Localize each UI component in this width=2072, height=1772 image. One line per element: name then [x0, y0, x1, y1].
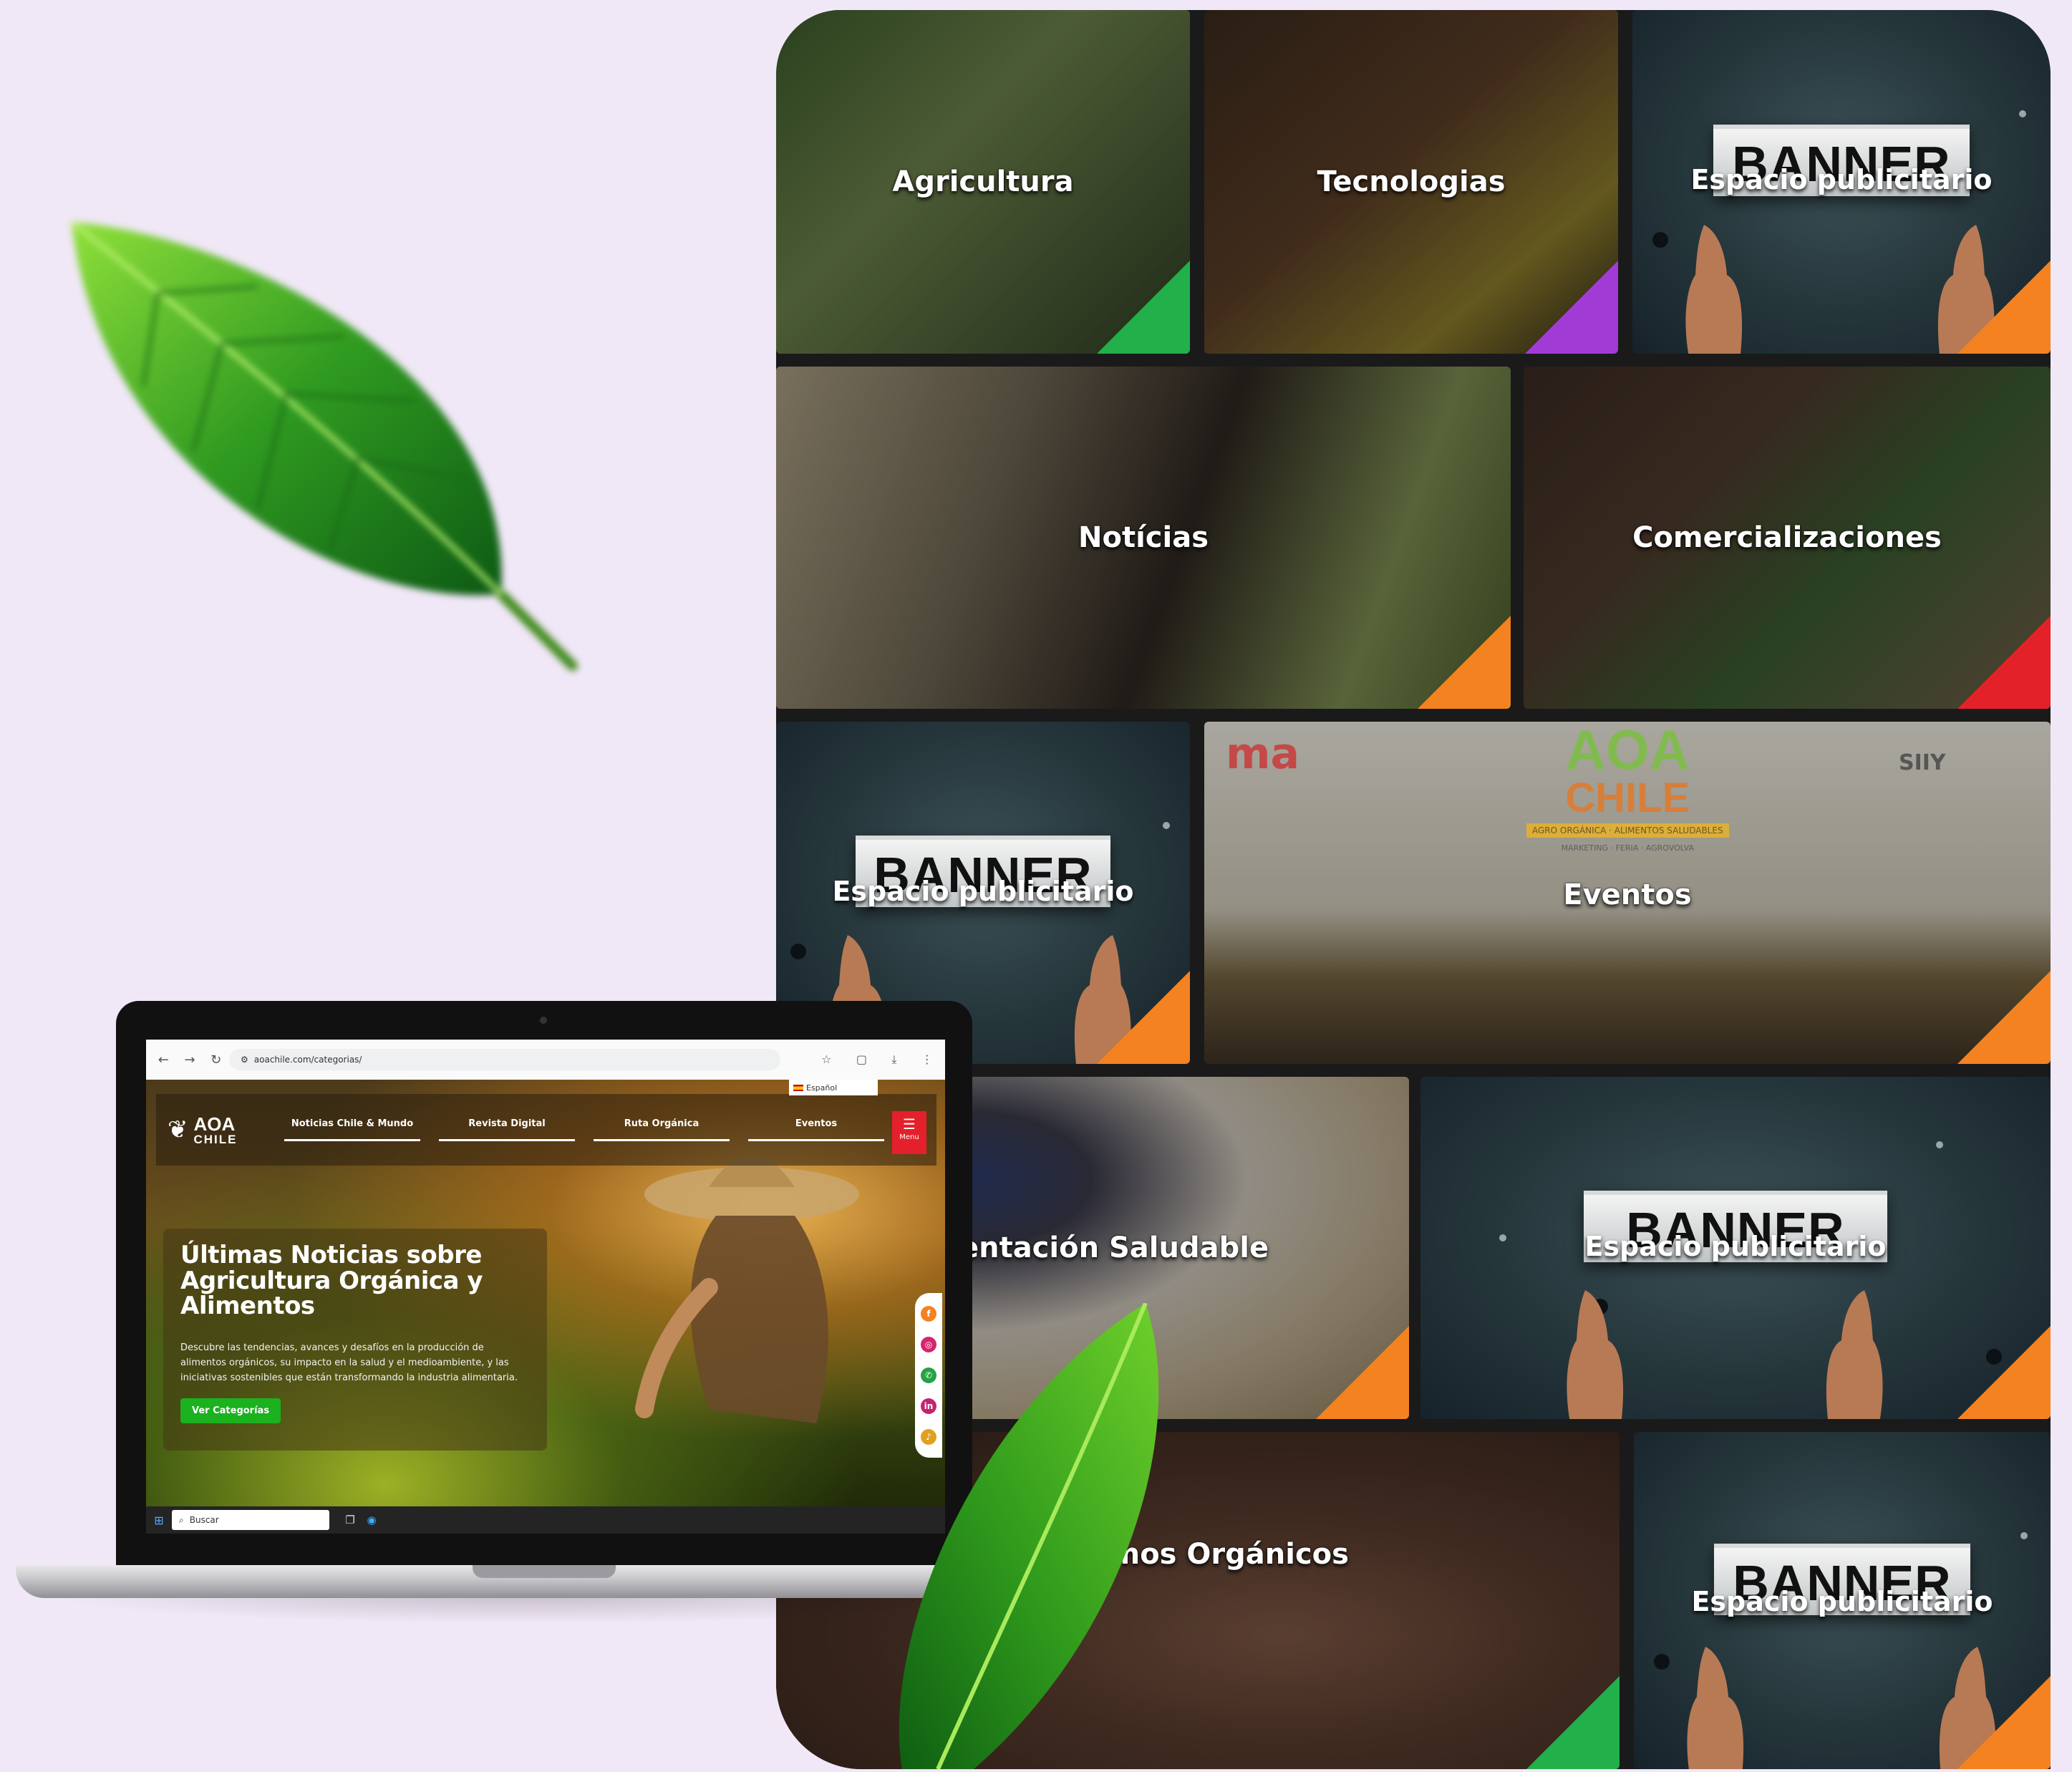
nav-revista[interactable]: Revista Digital — [439, 1118, 575, 1141]
nav-eventos[interactable]: Eventos — [748, 1118, 884, 1141]
tile-label: Comercializaciones — [1632, 521, 1942, 554]
extensions-icon[interactable]: ▢ — [856, 1052, 867, 1067]
language-label: Español — [806, 1083, 838, 1093]
taskbar-search[interactable]: ⌕ Buscar — [172, 1510, 329, 1530]
banner-subtitle: Espacio publicitario — [1690, 164, 1993, 195]
corner-accent — [1097, 971, 1190, 1064]
sign-ribbon: AGRO ORGÁNICA · ALIMENTOS SALUDABLES — [1526, 823, 1729, 838]
hand-icon — [1821, 1290, 1886, 1419]
corner-accent — [1418, 616, 1511, 709]
sign-brand-2: CHILE — [1565, 775, 1690, 821]
hand-icon — [1683, 225, 1747, 354]
site-info-icon[interactable]: ⚙ — [241, 1055, 248, 1065]
site-logo[interactable]: ❦ AOA CHILE — [156, 1115, 275, 1146]
sponsor-logo: ma — [1226, 729, 1300, 779]
back-icon[interactable]: ← — [158, 1052, 169, 1067]
tile-label: Notícias — [1078, 521, 1209, 554]
hamburger-icon: ☰ — [903, 1115, 916, 1133]
address-bar[interactable]: ⚙ aoachile.com/categorias/ — [229, 1049, 780, 1070]
forward-icon[interactable]: → — [184, 1052, 195, 1067]
tile-banner-4[interactable]: BANNER Espacio publicitario — [1634, 1432, 2051, 1769]
logo-line-1: AOA — [193, 1113, 236, 1135]
corner-accent — [1316, 1326, 1409, 1419]
decorative-leaf-icon — [888, 1302, 1196, 1771]
laptop-notch — [473, 1565, 616, 1578]
corner-accent — [1525, 261, 1618, 354]
tile-eventos[interactable]: ma AOA CHILE AGRO ORGÁNICA · ALIMENTOS S… — [1204, 722, 2051, 1064]
tile-label: Agricultura — [892, 165, 1074, 198]
sponsor-logo: SIIY — [1899, 750, 1946, 775]
farmer-illustration — [635, 1155, 859, 1423]
taskbar-search-placeholder: Buscar — [189, 1515, 219, 1525]
corner-accent — [1097, 261, 1190, 354]
more-menu-icon[interactable]: ⋮ — [921, 1052, 933, 1067]
reload-icon[interactable]: ↻ — [210, 1052, 221, 1067]
tile-comercializaciones[interactable]: Comercializaciones — [1524, 367, 2051, 709]
search-icon: ⌕ — [179, 1514, 184, 1525]
tile-tecnologias[interactable]: Tecnologias — [1204, 10, 1618, 354]
site-hero: Español ❦ AOA CHILE Noticias Chile & Mun… — [146, 1080, 945, 1506]
site-header: ❦ AOA CHILE Noticias Chile & Mundo Revis… — [156, 1094, 936, 1166]
corner-accent — [1957, 261, 2051, 354]
tile-banner-3[interactable]: BANNER Espacio publicitario — [1420, 1077, 2051, 1419]
nav-ruta[interactable]: Ruta Orgánica — [594, 1118, 730, 1141]
edge-browser-icon[interactable]: ◉ — [361, 1514, 382, 1526]
tile-label: Eventos — [1563, 878, 1692, 911]
ver-categorias-button[interactable]: Ver Categorías — [180, 1398, 281, 1424]
tile-label: Tecnologias — [1317, 165, 1506, 198]
decorative-leaf-icon — [57, 208, 601, 694]
logo-line-2: CHILE — [193, 1132, 238, 1146]
banner-subtitle: Espacio publicitario — [832, 876, 1134, 907]
sign-brand-1: AOA — [1565, 722, 1690, 781]
menu-label: Menu — [899, 1133, 919, 1141]
browser-tools: ☆ ▢ ⤓ ⋮ — [809, 1052, 945, 1067]
corner-accent — [1957, 1676, 2051, 1769]
sign-tagline: MARKETING · FERIA · AGROVOLVA — [1561, 843, 1694, 853]
laptop-shadow — [43, 1595, 1017, 1624]
corner-accent — [1957, 971, 2051, 1064]
hero-description: Descubre las tendencias, avances y desaf… — [180, 1342, 518, 1383]
laptop-screen: ← → ↻ ⚙ aoachile.com/categorias/ ☆ ▢ ⤓ ⋮… — [146, 1040, 945, 1534]
aoa-chile-sign: AOA CHILE AGRO ORGÁNICA · ALIMENTOS SALU… — [1526, 722, 1729, 853]
hero-title: Últimas Noticias sobre Agricultura Orgán… — [180, 1241, 483, 1321]
corner-accent — [1957, 616, 2051, 709]
url-text: aoachile.com/categorias/ — [253, 1055, 362, 1065]
browser-nav: ← → ↻ — [146, 1052, 229, 1067]
tile-banner-1[interactable]: BANNER Espacio publicitario — [1632, 10, 2051, 354]
nav-noticias[interactable]: Noticias Chile & Mundo — [284, 1118, 420, 1141]
tile-agricultura[interactable]: Agricultura — [776, 10, 1190, 354]
banner-subtitle: Espacio publicitario — [1584, 1231, 1887, 1262]
windows-start-icon[interactable]: ⊞ — [146, 1514, 172, 1527]
bookmark-star-icon[interactable]: ☆ — [821, 1052, 831, 1067]
hero-card: Últimas Noticias sobre Agricultura Orgán… — [163, 1229, 547, 1451]
hand-icon — [1564, 1290, 1628, 1419]
site-nav: Noticias Chile & Mundo Revista Digital R… — [275, 1118, 936, 1141]
menu-button[interactable]: ☰ Menu — [892, 1111, 926, 1154]
corner-accent — [1526, 1676, 1620, 1769]
logo-plant-icon: ❦ — [168, 1115, 188, 1144]
language-selector[interactable]: Español — [789, 1080, 878, 1095]
hand-icon — [1684, 1647, 1748, 1769]
corner-accent — [1957, 1326, 2051, 1419]
banner-subtitle: Espacio publicitario — [1691, 1586, 1993, 1617]
webcam-icon — [540, 1017, 547, 1024]
spain-flag-icon — [793, 1084, 803, 1091]
browser-toolbar: ← → ↻ ⚙ aoachile.com/categorias/ ☆ ▢ ⤓ ⋮ — [146, 1040, 945, 1080]
tile-noticias[interactable]: Notícias — [776, 367, 1511, 709]
task-view-icon[interactable]: ❐ — [339, 1514, 361, 1526]
os-taskbar: ⊞ ⌕ Buscar ❐ ◉ — [146, 1506, 945, 1534]
download-icon[interactable]: ⤓ — [891, 1052, 896, 1067]
